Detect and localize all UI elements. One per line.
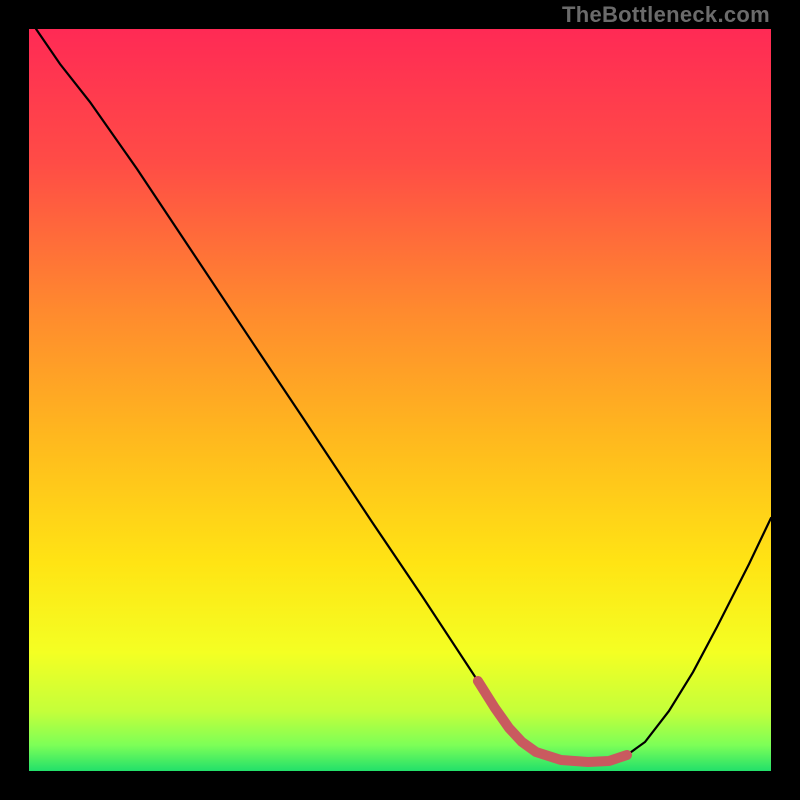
chart-frame xyxy=(29,29,771,771)
bottleneck-chart xyxy=(29,29,771,771)
watermark-text: TheBottleneck.com xyxy=(562,2,770,28)
gradient-backdrop xyxy=(29,29,771,771)
